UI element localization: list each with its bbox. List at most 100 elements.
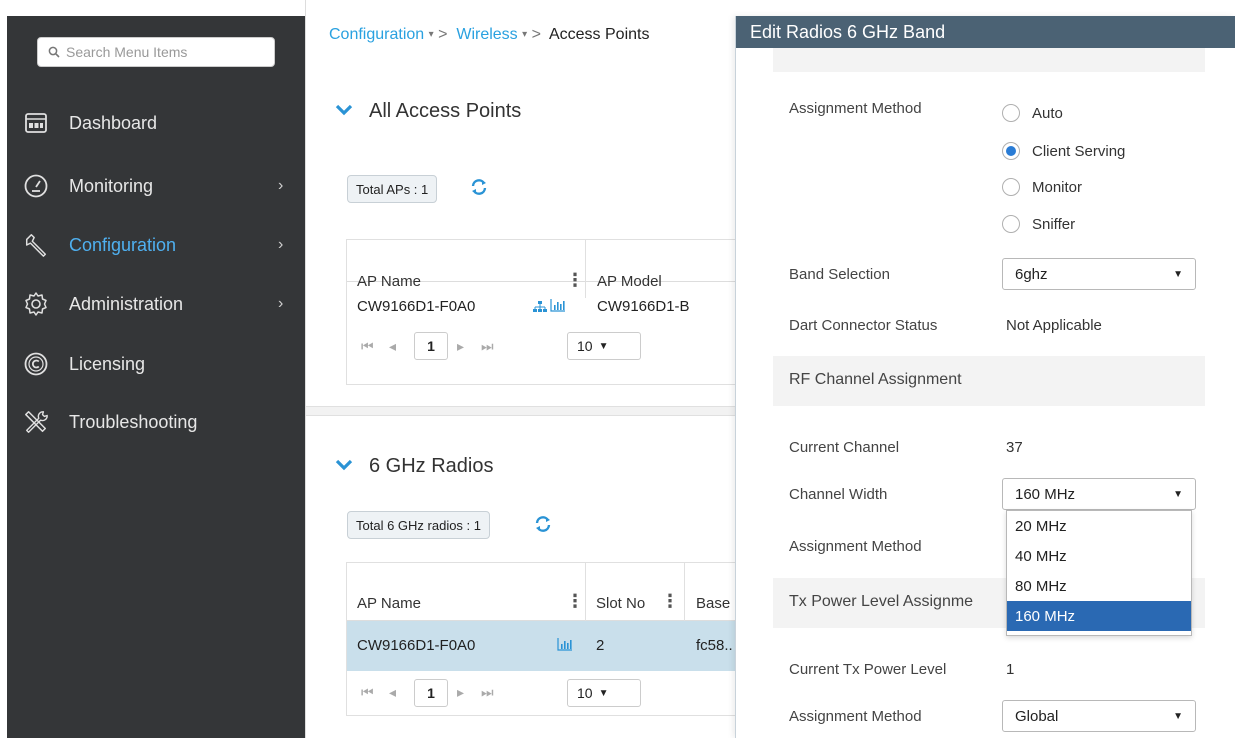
- radio-button[interactable]: [1002, 104, 1020, 122]
- section-title: 6 GHz Radios: [369, 455, 494, 477]
- section-heading: Tx Power Level Assignme: [789, 593, 974, 610]
- rf-section-band: RF Channel Assignment: [773, 356, 1205, 406]
- sidebar-item-label: Monitoring: [69, 175, 154, 196]
- radio-auto[interactable]: Auto: [1002, 104, 1063, 122]
- section-divider: [306, 406, 736, 416]
- sidebar-item-label: Licensing: [69, 353, 146, 374]
- sidebar-item-troubleshooting[interactable]: Troubleshooting: [7, 402, 305, 442]
- wrench-icon: [23, 232, 49, 258]
- dropdown-option-selected[interactable]: 160 MHz: [1007, 601, 1191, 631]
- search-icon: [48, 46, 60, 58]
- sidebar-item-configuration[interactable]: Configuration ›: [7, 225, 305, 265]
- breadcrumb-configuration[interactable]: Configuration: [329, 26, 424, 43]
- refresh-icon[interactable]: [534, 515, 552, 538]
- sidebar-item-dashboard[interactable]: Dashboard: [7, 103, 305, 143]
- col-base[interactable]: Base: [696, 595, 730, 612]
- channel-width-dropdown: 20 MHz 40 MHz 80 MHz 160 MHz: [1006, 510, 1192, 636]
- current-tx-label: Current Tx Power Level: [789, 661, 947, 678]
- caret-down-icon: ▼: [1173, 488, 1183, 500]
- page-number[interactable]: 1: [414, 332, 448, 360]
- next-page-icon[interactable]: ▸: [457, 684, 464, 701]
- cell-ap-name[interactable]: CW9166D1-F0A0: [357, 298, 475, 315]
- breadcrumb-wireless[interactable]: Wireless: [456, 26, 517, 43]
- page-size-select[interactable]: 10 ▼: [567, 679, 641, 707]
- sidebar-item-licensing[interactable]: Licensing: [7, 344, 305, 384]
- channel-assignment-method-label: Assignment Method: [789, 538, 922, 555]
- tools-icon: [23, 409, 49, 435]
- dropdown-option[interactable]: 40 MHz: [1007, 541, 1191, 571]
- prev-page-icon[interactable]: ◂: [389, 338, 396, 355]
- refresh-icon[interactable]: [470, 178, 488, 201]
- sidebar: Search Menu Items Dashboard Monitoring ›…: [7, 16, 305, 738]
- cell-ap-model: CW9166D1-B: [597, 298, 690, 315]
- panel-band: [773, 48, 1205, 72]
- sidebar-item-label: Troubleshooting: [69, 411, 198, 432]
- radio-button[interactable]: [1002, 215, 1020, 233]
- dropdown-option[interactable]: 80 MHz: [1007, 571, 1191, 601]
- dart-status-label: Dart Connector Status: [789, 317, 938, 334]
- total-aps-badge: Total APs : 1: [347, 175, 438, 203]
- table-row[interactable]: CW9166D1-F0A0 CW9166D1-B: [347, 298, 746, 336]
- breadcrumb-separator: >: [438, 26, 448, 43]
- col-ap-name[interactable]: AP Name: [357, 273, 421, 290]
- pagination: ⏮ ◂ 1 ▸ ⏭ 10 ▼: [347, 671, 746, 715]
- sidebar-item-label: Administration: [69, 293, 184, 314]
- column-menu-icon[interactable]: ⋮: [661, 591, 679, 612]
- next-page-icon[interactable]: ▸: [457, 338, 464, 355]
- column-menu-icon[interactable]: ⋮: [566, 270, 584, 291]
- radios-header[interactable]: 6 GHz Radios: [335, 455, 494, 478]
- radio-sniffer[interactable]: Sniffer: [1002, 215, 1075, 233]
- select-value: 6ghz: [1015, 265, 1048, 283]
- cell-slot: 2: [596, 637, 605, 654]
- cell-base: fc58..: [696, 637, 733, 654]
- band-selection-select[interactable]: 6ghz ▼: [1002, 258, 1196, 290]
- select-value: 160 MHz: [1015, 485, 1076, 503]
- radio-button[interactable]: [1002, 178, 1020, 196]
- column-menu-icon[interactable]: ⋮: [566, 591, 584, 612]
- cell-ap-name[interactable]: CW9166D1-F0A0: [357, 637, 475, 654]
- table-row[interactable]: CW9166D1-F0A0 2 fc58..: [347, 621, 746, 671]
- sidebar-item-monitoring[interactable]: Monitoring ›: [7, 166, 305, 206]
- caret-down-icon: ▼: [1173, 710, 1183, 722]
- page-size-select[interactable]: 10 ▼: [567, 332, 641, 360]
- first-page-icon[interactable]: ⏮: [361, 684, 374, 701]
- col-ap-name[interactable]: AP Name: [357, 595, 421, 612]
- search-input[interactable]: Search Menu Items: [37, 37, 275, 67]
- channel-width-select[interactable]: 160 MHz ▼: [1002, 478, 1196, 510]
- last-page-icon[interactable]: ⏭: [481, 338, 494, 355]
- chevron-right-icon: ›: [278, 236, 284, 253]
- prev-page-icon[interactable]: ◂: [389, 684, 396, 701]
- col-ap-model[interactable]: AP Model: [597, 273, 662, 290]
- all-aps-header[interactable]: All Access Points: [335, 100, 521, 123]
- chart-icon[interactable]: [557, 638, 573, 655]
- band-selection-label: Band Selection: [789, 266, 890, 283]
- col-slot-no[interactable]: Slot No: [596, 595, 645, 612]
- last-page-icon[interactable]: ⏭: [481, 684, 494, 701]
- caret-down-icon: ▾: [522, 29, 528, 40]
- gauge-icon: [23, 173, 49, 199]
- chart-icon[interactable]: [550, 299, 566, 316]
- dropdown-option[interactable]: 20 MHz: [1007, 511, 1191, 541]
- radio-monitor[interactable]: Monitor: [1002, 178, 1082, 196]
- radio-button[interactable]: [1002, 142, 1020, 160]
- radio-client-serving[interactable]: Client Serving: [1002, 142, 1125, 160]
- tx-assignment-select[interactable]: Global ▼: [1002, 700, 1196, 732]
- copyright-icon: [23, 351, 49, 377]
- table-header: AP Name ⋮ AP Model: [347, 240, 746, 298]
- pagination: ⏮ ◂ 1 ▸ ⏭ 10 ▼: [347, 332, 746, 384]
- current-channel-label: Current Channel: [789, 439, 900, 456]
- page-number[interactable]: 1: [414, 679, 448, 707]
- select-value: Global: [1015, 707, 1059, 725]
- breadcrumb: Configuration ▾ > Wireless ▾ > Access Po…: [329, 26, 649, 44]
- page-size-value: 10: [577, 338, 593, 354]
- dashboard-icon: [23, 110, 49, 136]
- total-radios-badge: Total 6 GHz radios : 1: [347, 511, 490, 539]
- sidebar-item-administration[interactable]: Administration ›: [7, 284, 305, 324]
- first-page-icon[interactable]: ⏮: [361, 338, 374, 355]
- radio-label: Client Serving: [1032, 142, 1126, 160]
- topology-icon[interactable]: [533, 300, 547, 317]
- radio-label: Auto: [1032, 104, 1063, 122]
- page-size-value: 10: [577, 685, 593, 701]
- breadcrumb-separator: >: [531, 26, 541, 43]
- all-aps-table: AP Name ⋮ AP Model CW9166D1-F0A0 CW9166D…: [346, 239, 746, 385]
